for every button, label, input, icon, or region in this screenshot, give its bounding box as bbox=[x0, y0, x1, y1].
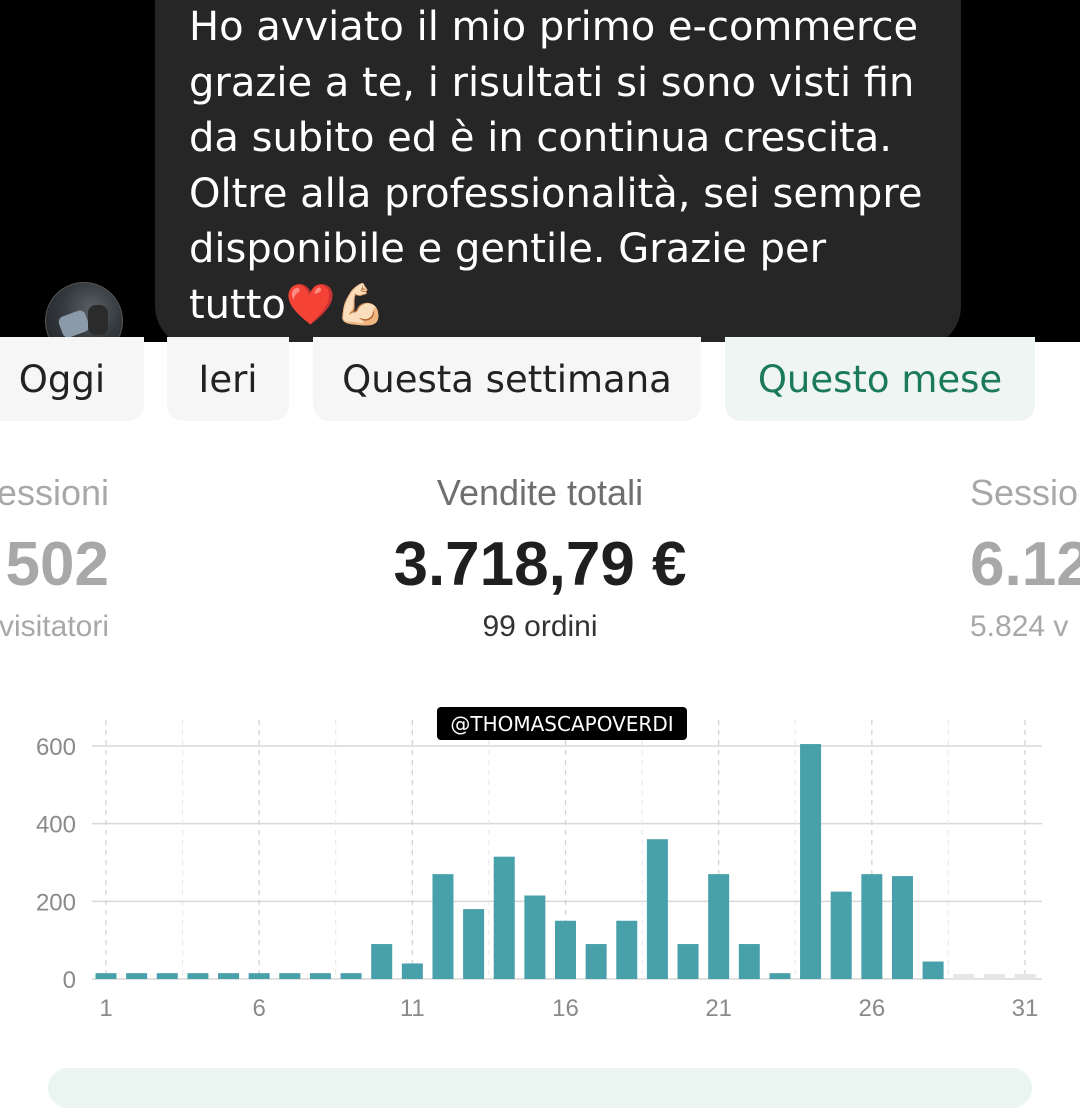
avatar-shape bbox=[57, 308, 91, 340]
x-tick-label: 31 bbox=[1012, 995, 1039, 1022]
stat-sub: 5.824 v bbox=[970, 610, 1069, 643]
stat-left[interactable]: Sessioni 502 visitatori bbox=[0, 472, 109, 644]
bar-day-18 bbox=[616, 920, 638, 979]
bar-day-28 bbox=[922, 961, 944, 979]
bar-day-21 bbox=[708, 874, 730, 979]
bar-day-1 bbox=[95, 973, 117, 979]
bar-day-27 bbox=[891, 876, 913, 979]
stat-label: Vendite totali bbox=[436, 472, 644, 513]
bar-day-13 bbox=[463, 909, 485, 979]
avatar-shape bbox=[88, 305, 108, 335]
bar-day-4 bbox=[187, 973, 209, 979]
stat-value: 502 bbox=[5, 530, 109, 599]
stat-value: 3.718,79 € bbox=[393, 530, 687, 599]
x-tick-label: 16 bbox=[552, 995, 579, 1022]
bar-day-14 bbox=[493, 856, 515, 979]
sales-bar-chart: 02004006001 6 11 16 21 26 31 bbox=[36, 720, 1042, 1022]
watermark: @THOMASCAPOVERDI bbox=[437, 707, 687, 740]
bar-day-6 bbox=[248, 973, 270, 979]
y-tick-label: 600 bbox=[36, 734, 76, 761]
bar-day-8 bbox=[309, 973, 331, 979]
stat-value: 6.12 bbox=[970, 530, 1080, 599]
bar-day-9 bbox=[340, 973, 362, 979]
bottom-card bbox=[48, 1068, 1032, 1108]
bar-day-15 bbox=[524, 895, 546, 979]
bar-day-11 bbox=[401, 963, 423, 979]
tab-questo-mese[interactable]: Questo mese bbox=[725, 337, 1035, 421]
bar-day-22 bbox=[738, 944, 760, 979]
bar-day-26 bbox=[861, 874, 883, 979]
bar-day-20 bbox=[677, 944, 699, 979]
stat-right[interactable]: Sessioni 6.12 5.824 v bbox=[970, 472, 1080, 644]
bar-day-12 bbox=[432, 874, 454, 979]
stat-sub: visitatori bbox=[0, 610, 109, 643]
bar-day-10 bbox=[371, 944, 393, 979]
stat-sub: 99 ordini bbox=[482, 610, 598, 643]
y-tick-label: 0 bbox=[63, 967, 76, 994]
bar-day-16 bbox=[555, 920, 576, 979]
bar-day-3 bbox=[156, 973, 178, 979]
bar-day-23 bbox=[769, 973, 791, 979]
tab-questa-settimana[interactable]: Questa settimana bbox=[313, 337, 701, 421]
bar-day-25 bbox=[830, 891, 852, 979]
x-tick-label: 26 bbox=[858, 995, 885, 1022]
chat-area: Ho avviato il mio primo e-commerce grazi… bbox=[0, 0, 1080, 342]
y-tick-label: 400 bbox=[36, 812, 76, 839]
y-tick-label: 200 bbox=[36, 889, 76, 916]
avatar[interactable] bbox=[45, 282, 123, 342]
message-text: Ho avviato il mio primo e-commerce grazi… bbox=[189, 4, 923, 328]
x-tick-label: 11 bbox=[400, 995, 425, 1022]
x-tick-label: 6 bbox=[252, 995, 265, 1022]
bar-day-7 bbox=[279, 973, 301, 979]
x-tick-label: 21 bbox=[705, 995, 732, 1022]
stat-label: Sessioni bbox=[970, 472, 1080, 513]
x-tick-label: 1 bbox=[99, 995, 112, 1022]
bar-day-31 bbox=[1014, 974, 1036, 979]
bar-day-29 bbox=[953, 974, 975, 979]
bar-day-19 bbox=[646, 839, 668, 979]
period-tabs: Oggi Ieri Questa settimana Questo mese bbox=[0, 337, 1080, 422]
stat-label: Sessioni bbox=[0, 472, 109, 513]
bar-day-24 bbox=[800, 744, 822, 979]
bar-day-17 bbox=[585, 944, 607, 979]
tab-oggi[interactable]: Oggi bbox=[0, 337, 144, 421]
tab-ieri[interactable]: Ieri bbox=[167, 337, 289, 421]
bar-day-5 bbox=[218, 973, 240, 979]
bar-day-2 bbox=[126, 973, 148, 979]
stat-center[interactable]: Vendite totali 3.718,79 € 99 ordini bbox=[340, 472, 740, 644]
bar-day-30 bbox=[983, 974, 1005, 979]
